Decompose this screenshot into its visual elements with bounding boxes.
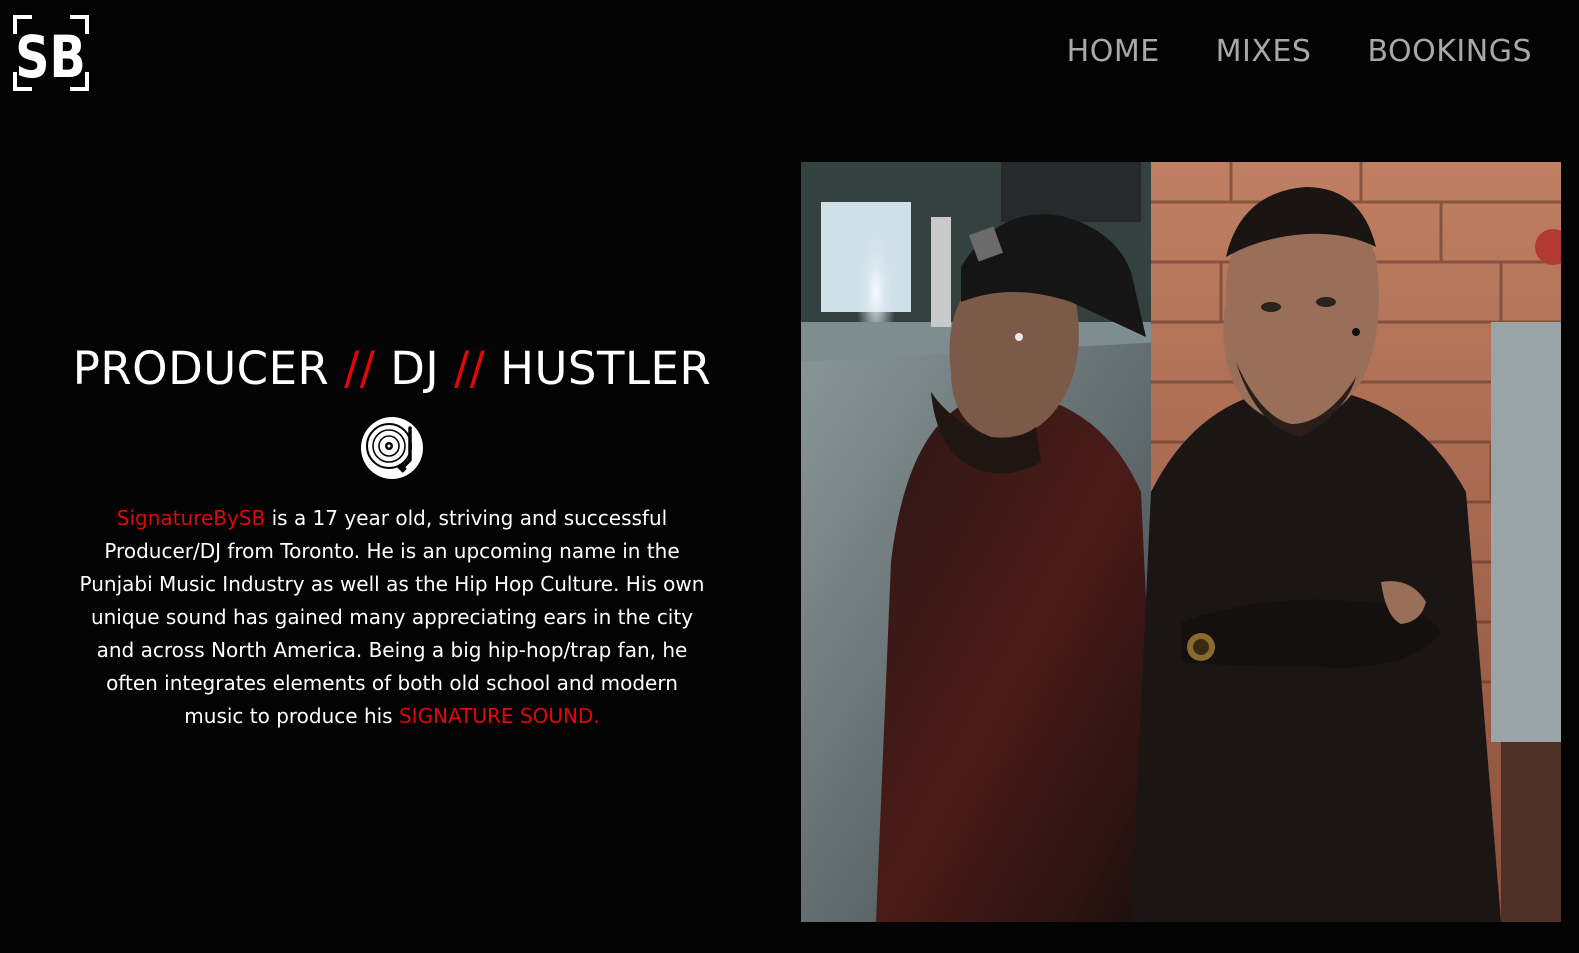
- headline-separator: //: [454, 342, 486, 395]
- headline-dj: DJ: [390, 342, 440, 395]
- bio-paragraph: SignatureBySB is a 17 year old, striving…: [70, 502, 714, 733]
- headline: PRODUCER // DJ // HUSTLER: [70, 338, 714, 400]
- logo[interactable]: SB: [12, 14, 90, 92]
- artist-photo: [801, 162, 1561, 922]
- vinyl-record-icon: [360, 416, 424, 480]
- nav-bookings[interactable]: BOOKINGS: [1367, 32, 1532, 72]
- page: SB HOME MIXES BOOKINGS PRODUCER // DJ //…: [0, 0, 1579, 953]
- headline-separator: //: [344, 342, 376, 395]
- brand-name: SignatureBySB: [116, 506, 266, 530]
- headline-producer: PRODUCER: [72, 342, 330, 395]
- headline-hustler: HUSTLER: [500, 342, 712, 395]
- sb-logo-icon: SB: [13, 15, 89, 91]
- bio-text: is a 17 year old, striving and successfu…: [79, 506, 705, 728]
- signature-sound-highlight: SIGNATURE SOUND.: [398, 704, 600, 728]
- nav-mixes[interactable]: MIXES: [1216, 32, 1312, 72]
- intro-section: PRODUCER // DJ // HUSTLER SignatureBySB …: [70, 338, 714, 733]
- logo-text: SB: [15, 23, 85, 91]
- main-nav: HOME MIXES BOOKINGS: [1067, 32, 1532, 72]
- nav-home[interactable]: HOME: [1067, 32, 1160, 72]
- two-men-portrait-photo: [801, 162, 1561, 922]
